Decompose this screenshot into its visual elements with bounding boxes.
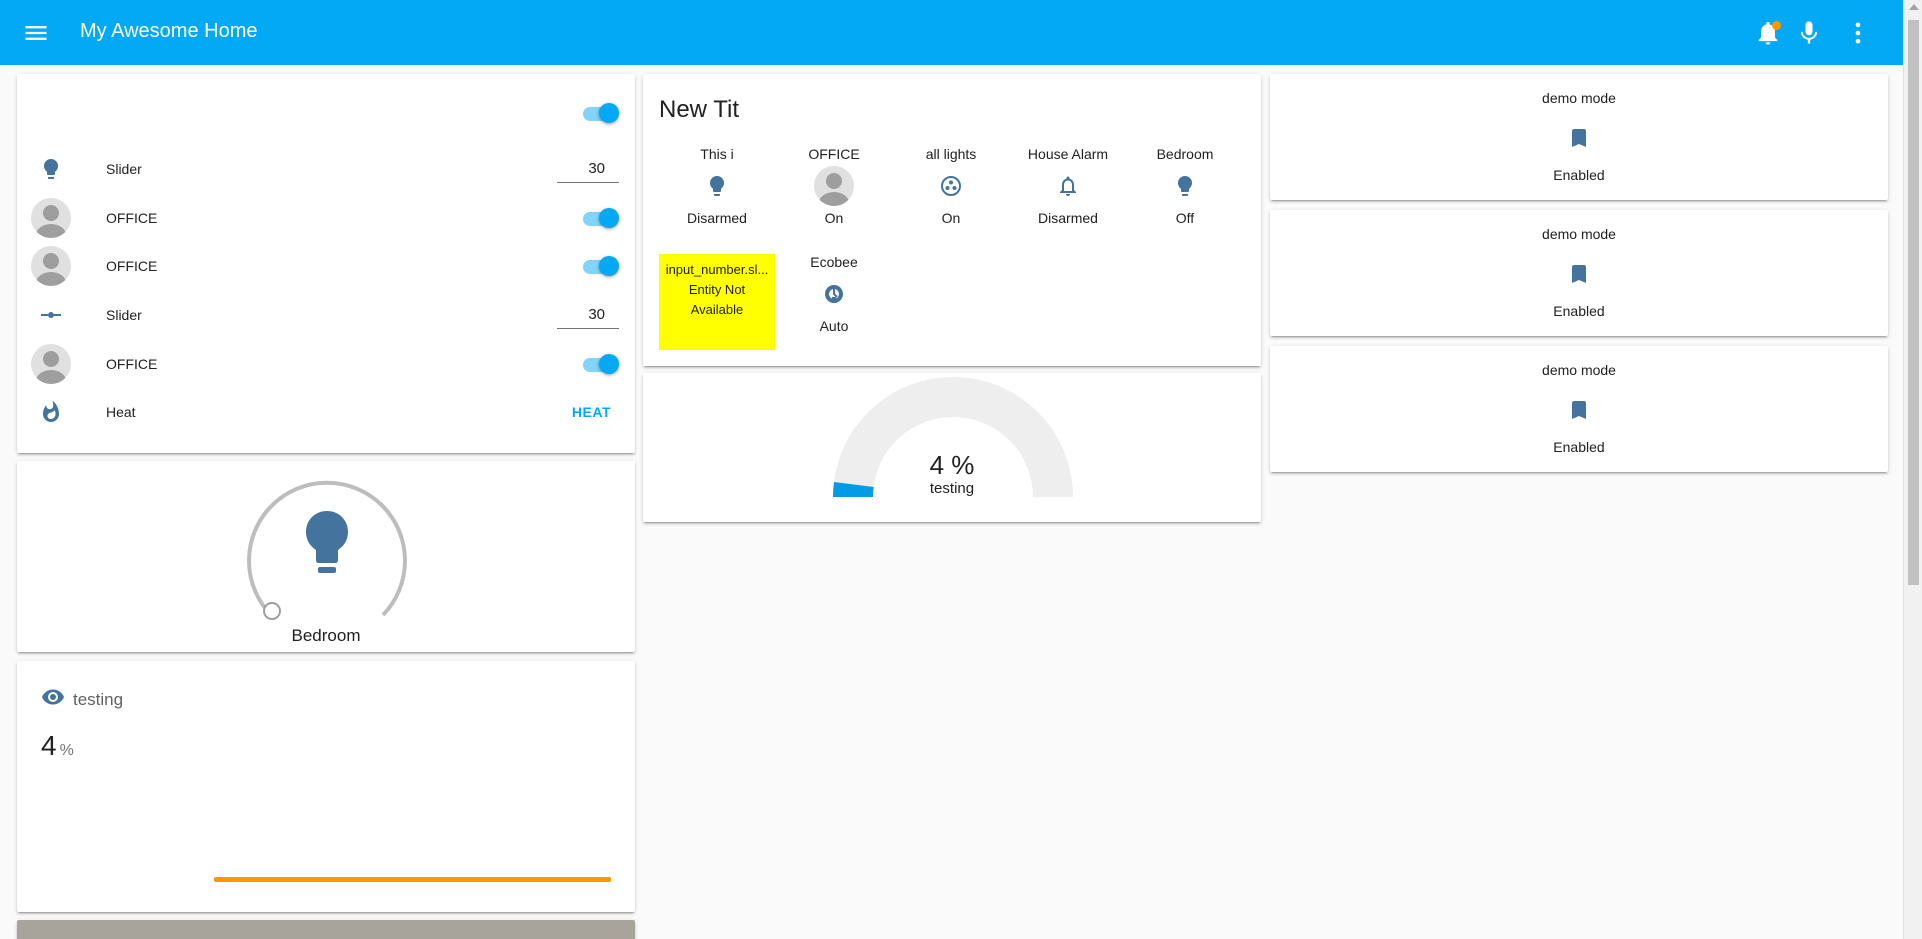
glance-item[interactable]: Ecobee Auto [786,252,882,336]
light-card: Bedroom [17,461,635,652]
sensor-value: 4 [41,730,57,761]
entity-row-office: OFFICE [31,342,619,386]
demo-state: Enabled [1553,439,1605,455]
entity-not-available-warning[interactable]: input_number.sl... Entity Not Available [659,254,775,350]
sensor-card[interactable]: testing 4% [17,661,635,912]
office-toggle[interactable] [581,207,619,229]
office-toggle[interactable] [581,353,619,375]
entity-name: OFFICE [106,356,158,372]
ray-vertex-icon [31,295,71,335]
avatar [31,246,71,286]
demo-mode-card[interactable]: demo mode Enabled [1270,210,1888,336]
slider-value-input[interactable] [557,301,619,329]
lightbulb-group-icon [903,164,999,208]
demo-state: Enabled [1553,303,1605,319]
glance-item-name: Ecobee [810,254,858,270]
light-name: Bedroom [291,626,361,645]
glance-card: New Tit This i Disarmed OFFICE On all li… [643,74,1261,366]
entity-row-slider: Slider [31,293,619,337]
bookmark-icon[interactable] [1567,262,1591,286]
gauge-card[interactable]: 4 % testing [643,373,1261,522]
glance-item-state: Disarmed [687,210,747,226]
bell-icon [1020,164,1116,208]
entity-name: OFFICE [106,258,158,274]
entity-row-office: OFFICE [31,196,619,240]
header-toggle[interactable] [581,102,619,124]
glance-item-state: Disarmed [1038,210,1098,226]
glance-item[interactable]: House Alarm Disarmed [1020,144,1116,228]
app-title: My Awesome Home [80,20,258,42]
lightbulb-icon [1137,164,1233,208]
entity-name: OFFICE [106,210,158,226]
warning-line-1: Entity Not [688,282,746,297]
entities-card: Slider OFFICE OFFICE Slider OFFICE Heat … [17,74,635,453]
demo-name: demo mode [1542,362,1616,378]
entity-row-office: OFFICE [31,244,619,288]
demo-name: demo mode [1542,90,1616,106]
demo-name: demo mode [1542,226,1616,242]
avatar [31,198,71,238]
gauge-value: 4 % [929,450,975,480]
avatar [814,166,854,206]
warning-entity: input_number.sl... [665,262,769,277]
glance-item-state: On [824,210,844,226]
glance-title: New Tit [659,96,740,123]
glance-item-name: House Alarm [1027,146,1109,162]
fire-icon [31,392,71,432]
scrollbar-thumb[interactable] [1908,20,1919,585]
glance-item[interactable]: all lights On [903,144,999,228]
thermostat-icon [786,272,882,316]
bookmark-icon[interactable] [1567,126,1591,150]
heat-button[interactable]: HEAT [572,404,611,420]
glance-item-state: On [941,210,961,226]
more-vertical-icon[interactable] [1844,19,1872,47]
glance-item[interactable]: OFFICE On [786,144,882,228]
sensor-history-line [214,877,611,882]
glance-item[interactable]: Bedroom Off [1137,144,1233,228]
picture-card[interactable] [17,920,635,939]
bell-icon[interactable] [1754,19,1782,47]
warning-line-2: Available [690,302,744,317]
demo-mode-card[interactable]: demo mode Enabled [1270,346,1888,472]
microphone-icon[interactable] [1795,19,1823,47]
notification-badge [1772,21,1781,30]
page-scrollbar[interactable] [1903,0,1922,939]
glance-item-state: Auto [819,318,849,334]
avatar-wrap [786,164,882,208]
entity-row-heat: Heat HEAT [31,390,619,434]
app-toolbar: My Awesome Home [0,0,1903,65]
scroll-up-arrow[interactable] [1909,4,1919,10]
glance-item-name: Bedroom [1156,146,1214,162]
lightbulb-icon [31,149,71,189]
glance-item-name: This i [700,146,734,162]
demo-state: Enabled [1553,167,1605,183]
glance-item[interactable]: This i Disarmed [669,144,765,228]
eye-icon [41,685,65,709]
entity-name: Heat [106,404,136,420]
menu-icon[interactable] [22,19,50,47]
entity-name: Slider [106,161,142,177]
sensor-value-wrap: 4% [41,730,74,762]
gauge-dial [833,377,1073,498]
sensor-unit: % [59,742,74,759]
glance-item-name: all lights [925,146,977,162]
dial-handle[interactable] [263,602,281,620]
sensor-name: testing [73,690,124,709]
lightbulb-icon [669,164,765,208]
gauge-name: testing [929,480,975,497]
bookmark-icon[interactable] [1567,398,1591,422]
office-toggle[interactable] [581,255,619,277]
slider-value-input[interactable] [557,155,619,183]
demo-mode-card[interactable]: demo mode Enabled [1270,74,1888,200]
entity-name: Slider [106,307,142,323]
glance-item-state: Off [1175,210,1195,226]
lightbulb-icon[interactable] [302,508,352,578]
entity-row-slider: Slider [31,147,619,191]
glance-item-name: OFFICE [808,146,860,162]
avatar [31,344,71,384]
